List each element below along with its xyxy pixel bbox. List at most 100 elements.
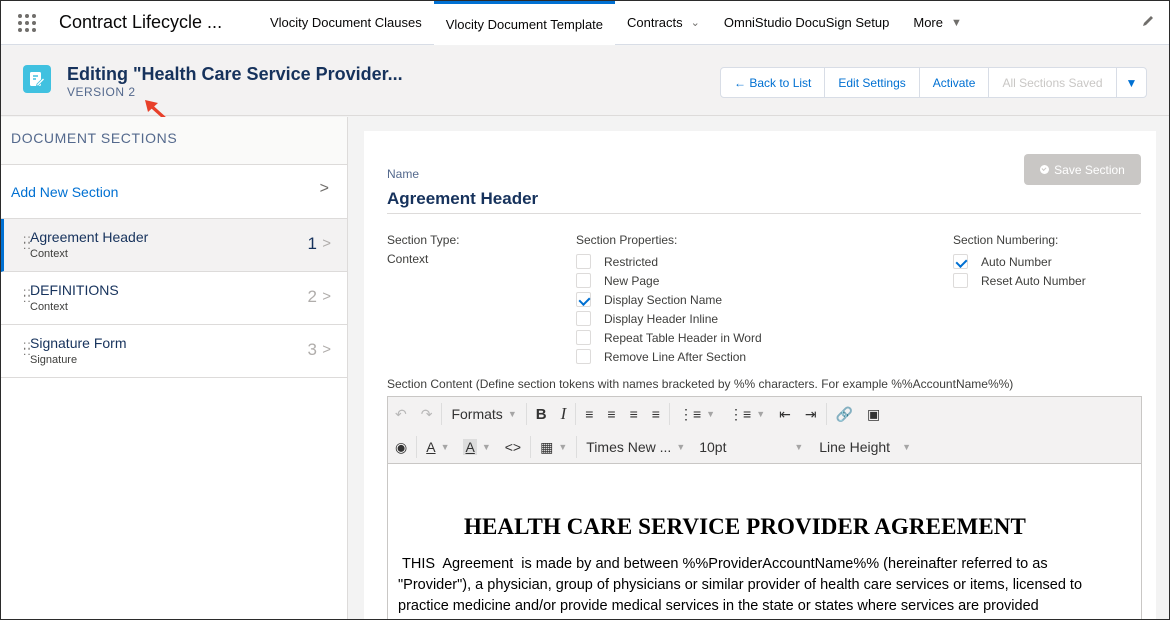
section-name: Agreement Header [30, 229, 149, 245]
link-icon[interactable]: 🔗 [829, 406, 860, 423]
redo-icon[interactable]: ↷ [414, 406, 440, 423]
section-content-label: Section Content (Define section tokens w… [387, 377, 1014, 391]
formats-dropdown[interactable]: Formats ▼ [444, 406, 523, 422]
section-type: Context [30, 248, 68, 260]
divider [387, 213, 1141, 214]
checkbox[interactable] [576, 349, 591, 364]
font-family-dropdown[interactable]: Times New ... ▼ [579, 439, 692, 455]
page-header: Editing "Health Care Service Provider...… [1, 46, 1169, 124]
numbering-auto-number[interactable]: Auto Number [953, 252, 1086, 271]
tab-label: More [913, 15, 943, 30]
italic-icon[interactable]: I [554, 404, 574, 424]
version-label: VERSION 2 [67, 85, 136, 99]
section-type-value: Context [387, 252, 429, 266]
line-height-label: Line Height [819, 439, 891, 455]
checkbox-label: New Page [604, 273, 660, 288]
tab-more[interactable]: More ▼ [901, 1, 974, 44]
toolbar-separator [668, 403, 670, 425]
undo-icon[interactable]: ↶ [388, 406, 414, 423]
tab-docusign-setup[interactable]: OmniStudio DocuSign Setup [712, 1, 901, 44]
tab-document-clauses[interactable]: Vlocity Document Clauses [258, 1, 434, 44]
chevron-right-icon: > [322, 288, 331, 305]
tab-label: Contracts [627, 15, 683, 30]
background-color-icon[interactable]: A ▼ [456, 439, 497, 455]
preview-eye-icon[interactable]: ◉ [388, 439, 414, 456]
tab-label: Vlocity Document Template [445, 16, 604, 32]
checkbox[interactable] [576, 311, 591, 326]
save-section-button: Save Section [1024, 154, 1141, 185]
page-title: Editing "Health Care Service Provider... [67, 64, 403, 84]
toolbar-separator [441, 403, 443, 425]
checkbox-checked[interactable] [576, 292, 591, 307]
checkbox-checked[interactable] [953, 254, 968, 269]
caret-down-icon: ▼ [440, 442, 450, 452]
bold-icon[interactable]: B [529, 406, 554, 423]
find-binoculars-icon[interactable]: ▣ [860, 406, 887, 423]
more-actions-icon[interactable]: ▼ [1117, 68, 1147, 97]
align-justify-icon[interactable]: ≡ [645, 406, 667, 422]
section-number: 3 [307, 340, 317, 359]
checkbox[interactable] [576, 273, 591, 288]
section-type: Signature [30, 354, 78, 366]
edit-nav-icon[interactable] [1141, 14, 1155, 32]
toolbar-separator [530, 436, 532, 458]
checkbox-label: Display Header Inline [604, 311, 719, 326]
table-icon[interactable]: ▦ ▼ [533, 439, 574, 456]
indent-icon[interactable]: ⇥ [798, 406, 824, 423]
save-section-label: Save Section [1054, 162, 1125, 177]
align-center-icon[interactable]: ≡ [600, 406, 622, 422]
font-family-value: Times New ... [586, 439, 672, 455]
source-code-icon[interactable]: <> [498, 439, 528, 455]
toolbar-row-1: ↶ ↷ Formats ▼ B I ≡ ≡ ≡ ≡ ⋮≡▼ ⋮≡▼ ⇤ ⇥ [388, 399, 887, 429]
toolbar-separator [576, 436, 578, 458]
caret-down-icon: ▼ [902, 442, 911, 452]
app-launcher-icon[interactable] [1, 1, 53, 44]
caret-down-icon: ▼ [706, 409, 716, 419]
section-name: Signature Form [30, 335, 127, 351]
checkbox-label: Auto Number [981, 254, 1052, 269]
panel-title: DOCUMENT SECTIONS [1, 117, 347, 165]
template-edit-icon [23, 65, 51, 93]
property-display-section-name[interactable]: Display Section Name [576, 290, 762, 309]
checkbox[interactable] [953, 273, 968, 288]
checkbox[interactable] [576, 330, 591, 345]
property-repeat-table-header[interactable]: Repeat Table Header in Word [576, 328, 762, 347]
section-item-signature-form[interactable]: :::: Signature Form Signature 3 > [1, 325, 347, 378]
section-name-field[interactable]: Agreement Header [387, 189, 538, 209]
line-height-dropdown[interactable]: Line Height ▼ [812, 439, 918, 455]
section-item-agreement-header[interactable]: :::: Agreement Header Context 1 > [1, 219, 347, 272]
back-to-list-button[interactable]: ← Back to List [721, 68, 826, 97]
checkbox[interactable] [576, 254, 591, 269]
align-right-icon[interactable]: ≡ [623, 406, 645, 422]
edit-settings-button[interactable]: Edit Settings [825, 68, 920, 97]
chevron-down-icon[interactable]: ⌄ [691, 16, 700, 29]
chevron-right-icon: > [319, 180, 329, 197]
add-new-section-link[interactable]: Add New Section > [1, 165, 347, 219]
property-display-header-inline[interactable]: Display Header Inline [576, 309, 762, 328]
activate-button[interactable]: Activate [920, 68, 990, 97]
check-circle-icon [1040, 165, 1050, 174]
top-nav: Contract Lifecycle ... Vlocity Document … [1, 1, 1169, 45]
outdent-icon[interactable]: ⇤ [772, 406, 798, 423]
name-label: Name [387, 167, 420, 181]
align-left-icon[interactable]: ≡ [578, 406, 600, 422]
section-number: 2 [307, 287, 317, 306]
checkbox-label: Restricted [604, 254, 659, 269]
text-color-icon[interactable]: A ▼ [419, 439, 456, 455]
add-section-label: Add New Section [11, 183, 119, 200]
tab-document-template[interactable]: Vlocity Document Template [433, 1, 616, 45]
font-size-value: 10pt [699, 439, 727, 455]
tab-contracts[interactable]: Contracts ⌄ [615, 1, 712, 44]
bullet-list-icon[interactable]: ⋮≡ ▼ [672, 406, 722, 423]
section-item-definitions[interactable]: :::: DEFINITIONS Context 2 > [1, 272, 347, 325]
section-type-group: Section Type: Context [387, 233, 460, 266]
formats-label: Formats [451, 406, 503, 422]
caret-down-icon: ▼ [558, 442, 568, 452]
property-new-page[interactable]: New Page [576, 271, 762, 290]
section-editor-panel: Name Agreement Header Save Section Secti… [364, 131, 1156, 619]
numbering-reset-auto-number[interactable]: Reset Auto Number [953, 271, 1086, 290]
property-remove-line[interactable]: Remove Line After Section [576, 347, 762, 366]
font-size-dropdown[interactable]: 10pt ▼ [692, 439, 810, 455]
numbered-list-icon[interactable]: ⋮≡ ▼ [722, 406, 772, 423]
property-restricted[interactable]: Restricted [576, 252, 762, 271]
